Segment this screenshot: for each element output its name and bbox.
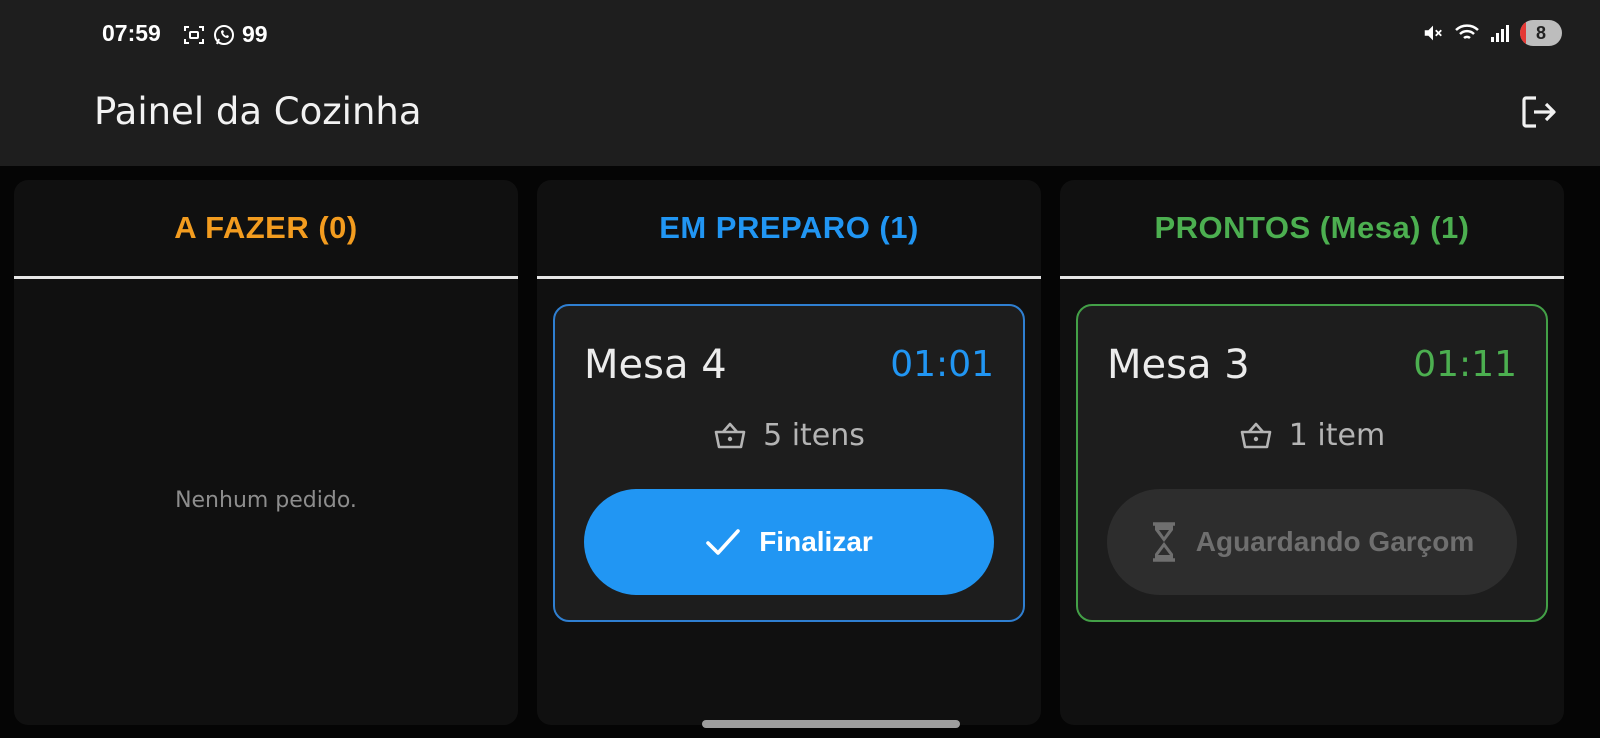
column-header: A FAZER (0) xyxy=(174,210,358,245)
order-items: 5 itens xyxy=(555,418,1023,453)
app-bar: Painel da Cozinha xyxy=(0,70,1600,166)
column-header: PRONTOS (Mesa) (1) xyxy=(1154,210,1470,245)
status-bar: 07:59 99 8 xyxy=(0,0,1600,70)
basket-icon xyxy=(1240,422,1272,448)
kanban-board: A FAZER (0) Nenhum pedido. EM PREPARO (1… xyxy=(0,166,1600,738)
logout-icon xyxy=(1522,96,1556,128)
wifi-icon xyxy=(1455,24,1479,40)
order-table-name: Mesa 4 xyxy=(584,342,727,388)
home-indicator[interactable] xyxy=(702,720,960,728)
order-table-name: Mesa 3 xyxy=(1107,342,1250,388)
order-card[interactable]: Mesa 4 01:01 5 itens Finalizar xyxy=(553,304,1025,622)
awaiting-waiter-label: Aguardando Garçom xyxy=(1195,526,1475,557)
screenshot-icon xyxy=(184,25,204,44)
check-icon xyxy=(706,529,741,555)
battery-level: 8 xyxy=(1535,22,1546,43)
status-time: 07:59 xyxy=(102,20,161,46)
order-timer: 01:11 xyxy=(1413,344,1517,385)
mute-icon xyxy=(1424,25,1442,41)
column-divider xyxy=(537,276,1041,279)
logout-button[interactable] xyxy=(1516,90,1560,134)
column-header: EM PREPARO (1) xyxy=(659,210,919,245)
system-icons: 8 xyxy=(1422,20,1562,46)
notification-icons: 99 xyxy=(182,21,268,48)
order-items: 1 item xyxy=(1078,418,1546,453)
page-title: Painel da Cozinha xyxy=(94,90,422,133)
notification-count: 99 xyxy=(242,21,268,47)
battery-icon: 8 xyxy=(1520,20,1562,46)
hourglass-icon xyxy=(1152,522,1175,562)
column-ready: PRONTOS (Mesa) (1) Mesa 3 01:11 1 item A… xyxy=(1060,180,1564,725)
column-divider xyxy=(14,276,518,279)
awaiting-waiter-button: Aguardando Garçom xyxy=(1107,489,1517,595)
order-card[interactable]: Mesa 3 01:11 1 item Aguardando Garçom xyxy=(1076,304,1548,622)
signal-icon xyxy=(1491,25,1509,42)
order-items-count: 1 item xyxy=(1288,418,1386,453)
column-in-progress: EM PREPARO (1) Mesa 4 01:01 5 itens Fina… xyxy=(537,180,1041,725)
basket-icon xyxy=(714,422,746,448)
finish-button-label: Finalizar xyxy=(759,526,873,557)
order-timer: 01:01 xyxy=(890,344,994,385)
order-items-count: 5 itens xyxy=(763,418,865,453)
empty-message: Nenhum pedido. xyxy=(175,488,357,513)
whatsapp-icon xyxy=(214,24,234,45)
column-todo: A FAZER (0) Nenhum pedido. xyxy=(14,180,518,725)
column-divider xyxy=(1060,276,1564,279)
finish-button[interactable]: Finalizar xyxy=(584,489,994,595)
